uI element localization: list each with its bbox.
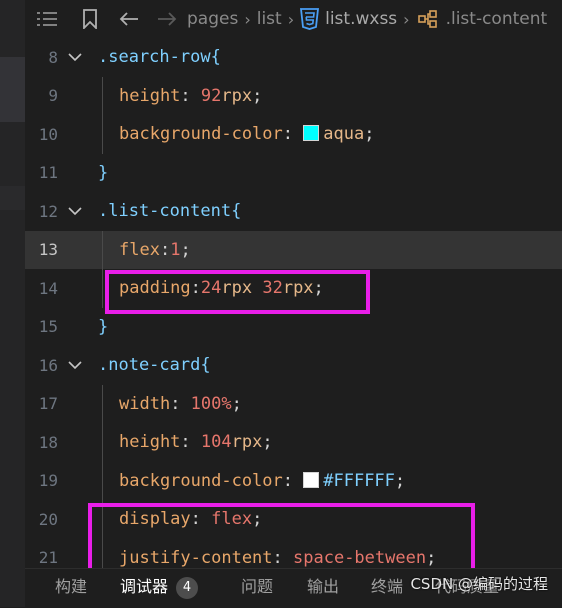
indent-guide	[102, 384, 103, 423]
tab-debugger[interactable]: 调试器 4	[120, 569, 199, 608]
code-text: }	[98, 316, 109, 337]
fold-chevron-icon[interactable]	[67, 357, 83, 373]
line-number: 12	[38, 201, 58, 221]
code-text: background-color: aqua;	[119, 124, 375, 145]
tab-problems[interactable]: 问题	[241, 569, 273, 608]
breadcrumb-symbol[interactable]: .list-content	[446, 9, 548, 29]
line-number: 21	[38, 548, 58, 568]
annotation-highlight-box	[88, 503, 475, 568]
tab-terminal[interactable]: 终端	[371, 569, 403, 608]
debugger-count-badge: 4	[176, 577, 199, 599]
chevron-right-icon: ›	[244, 9, 251, 29]
indent-guide	[102, 423, 103, 462]
code-line[interactable]: 17 width: 100%;	[25, 384, 562, 423]
indent-guide	[102, 269, 103, 308]
tab-debugger-label: 调试器	[120, 577, 169, 596]
back-arrow-icon[interactable]	[111, 0, 147, 38]
line-number: 20	[38, 509, 58, 529]
line-number: 10	[38, 124, 58, 144]
code-text: background-color: #FFFFFF;	[119, 470, 406, 491]
code-line[interactable]: 18 height: 104rpx;	[25, 423, 562, 462]
tab-output[interactable]: 输出	[307, 569, 339, 608]
code-line[interactable]: 16 .note-card{	[25, 346, 562, 385]
code-line[interactable]: 9 height: 92rpx;	[25, 76, 562, 115]
code-text: }	[98, 162, 109, 183]
code-line[interactable]: 10 background-color: aqua;	[25, 115, 562, 154]
code-line[interactable]: 12 .list-content{	[25, 192, 562, 231]
css-file-icon	[300, 8, 320, 30]
watermark: CSDN @编码的过程	[410, 575, 548, 593]
breadcrumb-segment[interactable]: list	[257, 9, 282, 29]
fold-chevron-icon[interactable]	[67, 49, 83, 65]
indent-guide	[102, 115, 103, 154]
line-number: 9	[48, 86, 58, 106]
indent-guide	[102, 76, 103, 115]
code-line[interactable]: 19 background-color: #FFFFFF;	[25, 461, 562, 500]
activity-strip	[0, 0, 25, 607]
indent-guide	[102, 230, 103, 269]
code-line[interactable]: 11}	[25, 154, 562, 193]
breadcrumb-file[interactable]: list.wxss	[325, 9, 397, 29]
code-text: .list-content{	[98, 201, 242, 222]
breadcrumb-segment[interactable]: pages	[187, 9, 238, 29]
line-number: 19	[38, 471, 58, 491]
strip-marker	[0, 57, 25, 122]
bookmark-icon[interactable]	[69, 0, 111, 38]
line-number: 13	[38, 240, 58, 260]
code-text: width: 100%;	[119, 393, 242, 414]
line-number: 15	[38, 317, 58, 337]
line-number: 16	[38, 355, 58, 375]
code-text: .note-card{	[98, 355, 211, 376]
code-line[interactable]: 8 .search-row{	[25, 38, 562, 77]
chevron-right-icon: ›	[403, 9, 410, 29]
code-editor[interactable]: 8 .search-row{ 9 height: 92rpx; 10 background…	[25, 38, 562, 568]
line-number: 18	[38, 432, 58, 452]
code-text: .search-row{	[98, 47, 221, 68]
editor-toolbar: pages › list › list.wxss › .list-content	[25, 0, 562, 38]
color-swatch[interactable]	[303, 471, 320, 488]
line-number: 14	[38, 278, 58, 298]
code-text: height: 92rpx;	[119, 85, 263, 106]
symbol-icon	[416, 0, 440, 38]
line-number: 11	[38, 163, 58, 183]
code-line[interactable]: 13 flex:1;	[25, 230, 562, 269]
list-icon[interactable]	[25, 0, 69, 38]
color-swatch[interactable]	[303, 125, 320, 142]
forward-arrow-icon[interactable]	[147, 0, 187, 38]
line-number: 17	[38, 394, 58, 414]
tab-build[interactable]: 构建	[55, 569, 87, 608]
code-text: flex:1;	[119, 239, 191, 260]
strip-marker	[0, 186, 25, 210]
annotation-highlight-box	[105, 270, 370, 314]
line-number: 8	[48, 47, 58, 67]
fold-chevron-icon[interactable]	[67, 203, 83, 219]
code-text: height: 104rpx;	[119, 432, 273, 453]
indent-guide	[102, 461, 103, 500]
chevron-right-icon: ›	[287, 9, 295, 29]
